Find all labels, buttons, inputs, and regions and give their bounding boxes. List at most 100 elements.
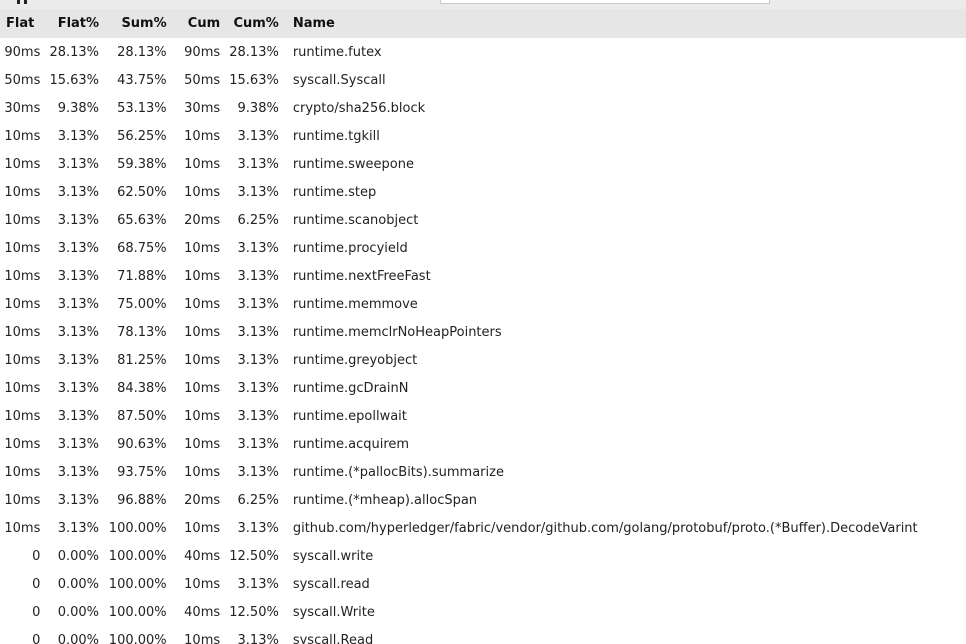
cell-flat: 10ms xyxy=(4,268,41,284)
cell-cum: 10ms xyxy=(184,296,221,312)
cell-sum-percent: 84.38% xyxy=(117,380,167,396)
column-header-sum-percent[interactable]: Sum% xyxy=(99,9,166,38)
cell-cum: 10ms xyxy=(184,184,221,200)
cell-flat: 10ms xyxy=(4,156,41,172)
table-row[interactable]: 10ms 3.13% 59.38% 10ms 3.13% runtime.sweepone xyxy=(0,150,966,178)
cell-flat: 10ms xyxy=(4,212,41,228)
cell-cum-percent: 12.50% xyxy=(229,604,279,620)
cell-sum-percent: 81.25% xyxy=(117,352,167,368)
cell-sum-percent: 100.00% xyxy=(108,548,167,564)
cell-cum: 10ms xyxy=(184,380,221,396)
cell-sum-percent: 93.75% xyxy=(117,464,167,480)
cell-function-name: runtime.memclrNoHeapPointers xyxy=(292,324,502,340)
cell-sum-percent: 100.00% xyxy=(108,576,167,592)
cell-flat: 10ms xyxy=(4,240,41,256)
cell-function-name: crypto/sha256.block xyxy=(292,100,426,116)
cell-sum-percent: 100.00% xyxy=(108,604,167,620)
cell-flat: 50ms xyxy=(4,72,41,88)
table-row[interactable]: 10ms 3.13% 81.25% 10ms 3.13% runtime.greyobje… xyxy=(0,346,966,374)
cell-cum-percent: 6.25% xyxy=(237,492,279,508)
cell-flat-percent: 3.13% xyxy=(57,296,100,312)
search-input[interactable] xyxy=(440,0,770,4)
table-row[interactable]: 10ms 3.13% 75.00% 10ms 3.13% runtime.memmove xyxy=(0,290,966,318)
column-header-name[interactable]: Name xyxy=(279,9,966,38)
cell-function-name: runtime.greyobject xyxy=(292,352,418,368)
cell-sum-percent: 65.63% xyxy=(117,212,167,228)
table-row[interactable]: 10ms 3.13% 93.75% 10ms 3.13% runtime.(*palloc… xyxy=(0,458,966,486)
cell-cum-percent: 6.25% xyxy=(237,212,279,228)
cell-flat: 10ms xyxy=(4,324,41,340)
cell-sum-percent: 59.38% xyxy=(117,156,167,172)
cell-sum-percent: 96.88% xyxy=(117,492,167,508)
cell-flat: 0 xyxy=(32,548,41,564)
table-row[interactable]: 10ms 3.13% 65.63% 20ms 6.25% runtime.scanobje… xyxy=(0,206,966,234)
table-row[interactable]: 0 0.00% 100.00% 40ms 12.50% syscall.Write xyxy=(0,598,966,626)
cell-flat: 10ms xyxy=(4,520,41,536)
table-row[interactable]: 50ms 15.63% 43.75% 50ms 15.63% syscall.Syscal… xyxy=(0,66,966,94)
top-functions-table-container: Flat Flat% Sum% Cum Cum% Name 90ms 28.13%… xyxy=(0,9,966,644)
cell-cum: 20ms xyxy=(184,492,221,508)
cell-cum-percent: 3.13% xyxy=(237,576,279,592)
cell-flat-percent: 3.13% xyxy=(57,212,100,228)
table-row[interactable]: 10ms 3.13% 87.50% 10ms 3.13% runtime.epollwai… xyxy=(0,402,966,430)
cell-function-name: runtime.futex xyxy=(292,44,382,60)
table-row[interactable]: 0 0.00% 100.00% 40ms 12.50% syscall.write xyxy=(0,542,966,570)
cell-cum-percent: 28.13% xyxy=(229,44,279,60)
cell-flat-percent: 0.00% xyxy=(57,548,100,564)
cell-cum: 10ms xyxy=(184,632,221,644)
cell-function-name: runtime.procyield xyxy=(292,240,408,256)
cell-flat-percent: 3.13% xyxy=(57,408,100,424)
table-row[interactable]: 0 0.00% 100.00% 10ms 3.13% syscall.Read xyxy=(0,626,966,644)
column-header-flat-percent[interactable]: Flat% xyxy=(40,9,99,38)
cell-flat-percent: 9.38% xyxy=(57,100,100,116)
cell-cum-percent: 9.38% xyxy=(237,100,279,116)
cell-flat-percent: 3.13% xyxy=(57,156,100,172)
column-header-cum[interactable]: Cum xyxy=(167,9,220,38)
cell-sum-percent: 53.13% xyxy=(117,100,167,116)
cell-function-name: runtime.memmove xyxy=(292,296,418,312)
cell-cum: 10ms xyxy=(184,464,221,480)
cell-cum: 40ms xyxy=(184,604,221,620)
cell-cum: 10ms xyxy=(184,520,221,536)
cell-cum-percent: 3.13% xyxy=(237,128,279,144)
cell-flat-percent: 28.13% xyxy=(49,44,100,60)
cell-function-name: runtime.step xyxy=(292,184,377,200)
top-toolbar xyxy=(0,0,966,9)
table-row[interactable]: 90ms 28.13% 28.13% 90ms 28.13% runtime.futex xyxy=(0,38,966,66)
cell-cum: 10ms xyxy=(184,436,221,452)
table-row[interactable]: 10ms 3.13% 96.88% 20ms 6.25% runtime.(*mheap)… xyxy=(0,486,966,514)
cell-flat-percent: 3.13% xyxy=(57,464,100,480)
cell-flat-percent: 3.13% xyxy=(57,352,100,368)
cell-function-name: runtime.nextFreeFast xyxy=(292,268,431,284)
column-header-cum-percent[interactable]: Cum% xyxy=(220,9,278,38)
table-row[interactable]: 10ms 3.13% 90.63% 10ms 3.13% runtime.acquirem xyxy=(0,430,966,458)
cell-cum: 10ms xyxy=(184,156,221,172)
cell-sum-percent: 87.50% xyxy=(117,408,167,424)
table-row[interactable]: 30ms 9.38% 53.13% 30ms 9.38% crypto/sha256.bl… xyxy=(0,94,966,122)
table-row[interactable]: 10ms 3.13% 71.88% 10ms 3.13% runtime.nextFree… xyxy=(0,262,966,290)
cell-sum-percent: 62.50% xyxy=(117,184,167,200)
cell-function-name: syscall.Write xyxy=(292,604,375,620)
cell-cum: 10ms xyxy=(184,268,221,284)
cell-function-name: runtime.(*pallocBits).summarize xyxy=(292,464,504,480)
table-row[interactable]: 10ms 3.13% 78.13% 10ms 3.13% runtime.memclrNo… xyxy=(0,318,966,346)
table-row[interactable]: 10ms 3.13% 62.50% 10ms 3.13% runtime.step xyxy=(0,178,966,206)
table-row[interactable]: 10ms 3.13% 84.38% 10ms 3.13% runtime.gcDrainN xyxy=(0,374,966,402)
header-title-fragment xyxy=(17,0,27,4)
cell-flat: 10ms xyxy=(4,352,41,368)
cell-cum-percent: 3.13% xyxy=(237,520,279,536)
cell-cum: 10ms xyxy=(184,352,221,368)
cell-flat-percent: 3.13% xyxy=(57,128,100,144)
cell-flat: 10ms xyxy=(4,492,41,508)
cell-flat: 30ms xyxy=(4,100,41,116)
table-row[interactable]: 10ms 3.13% 68.75% 10ms 3.13% runtime.procyiel… xyxy=(0,234,966,262)
cell-cum: 50ms xyxy=(184,72,221,88)
table-row[interactable]: 0 0.00% 100.00% 10ms 3.13% syscall.read xyxy=(0,570,966,598)
cell-cum: 10ms xyxy=(184,408,221,424)
cell-cum: 90ms xyxy=(184,44,221,60)
cell-cum-percent: 3.13% xyxy=(237,184,279,200)
cell-cum: 10ms xyxy=(184,576,221,592)
table-row[interactable]: 10ms 3.13% 56.25% 10ms 3.13% runtime.tgkill xyxy=(0,122,966,150)
column-header-flat[interactable]: Flat xyxy=(0,9,40,38)
table-row[interactable]: 10ms 3.13% 100.00% 10ms 3.13% github.com/hype… xyxy=(0,514,966,542)
